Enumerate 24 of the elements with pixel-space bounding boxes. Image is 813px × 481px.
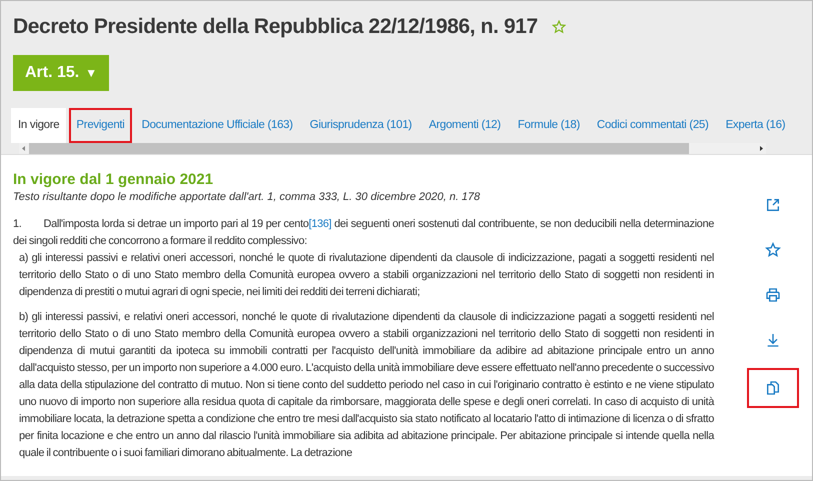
amendment-note: Testo risultante dopo le modifiche apportate dall'art. 1, comma 333, L. 30 dicembre 2020, n. 178 — [13, 191, 482, 203]
horizontal-scrollbar[interactable] — [19, 143, 766, 154]
tab[interactable]: Experta (16) — [718, 108, 792, 143]
footnote-link[interactable]: [136] — [308, 218, 332, 230]
copy-icon — [765, 380, 781, 396]
star-icon[interactable] — [552, 20, 566, 34]
print-icon — [765, 287, 781, 303]
download-icon — [765, 332, 781, 348]
tab[interactable]: Formule (18) — [510, 108, 587, 143]
paragraph-text: 1. Dall'imposta lorda si detrae un importo pari al 19 per cento[136] dei seguenti oneri sostenuti dal contribuente, se non deducibili nella determinazione dei singoli redditi che concorrono a formare il reddito complessivo: — [13, 217, 714, 249]
external-link-icon — [765, 197, 781, 213]
section-heading: In vigore dal 1 gennaio 2021 — [13, 171, 214, 188]
tab[interactable]: Giurisprudenza (101) — [302, 108, 419, 143]
tab[interactable]: Argomenti (12) — [422, 108, 508, 143]
article-dropdown-button[interactable]: Art. 15. ▼ — [13, 55, 110, 91]
copy-button[interactable] — [747, 368, 799, 408]
list-item-text: a) gli interessi passivi e relativi oneri accessori, nonché le quote di rivalutazione dipendenti da clausole di indicizzazione, pagati a soggetti residenti nel territorio dello Stato o di uno Stato membro della Comunità europea ovvero a stabili organizzazioni nel territorio dello Stato di soggetti non residenti in dipendenza di prestiti o mutui agrari di ogni specie, nei limiti dei redditi dei terreni dichiarati; — [18, 251, 714, 300]
tab[interactable]: Previgenti — [69, 108, 132, 143]
page-title: Decreto Presidente della Repubblica 22/12/1986, n. 917 — [13, 15, 538, 39]
star-icon — [765, 242, 781, 258]
tab[interactable]: Documentazione Ufficiale (163) — [134, 108, 300, 143]
list-item-text: b) gli interessi passivi, e relativi oneri accessori, nonché le quote di rivalutazione dipendenti da clausole di indicizzazione pagati a soggetti residenti nel territorio dello Stato o di uno Stato membro della Comunità europea ovvero a stabili organizzazioni nel territorio dello Stato di soggetti non residenti in dipendenza di mutui garantiti da ipoteca su immobili contratti per l'acquisto dell'unità immobiliare da adibire ad abitazione principale entro un anno dall'acquisto stesso, per un importo non superiore a 4.000 euro. L'acquisto della unità immobiliare deve essere effettuato nell'anno precedente o successivo alla data della stipulazione del contratto di mutuo. Non si tiene conto del suddetto periodo nel caso in cui l'originario contratto è estinto e ne viene stipulato uno nuovo di importo non superiore alla residua quota di capitale da rimborsare, maggiorata delle spese e degli oneri correlati. In caso di acquisto di unità immobiliare locata, la detrazione spetta a condizione che entro tre mesi dall'acquisto sia stato notificato al locatario l'atto di intimazione di licenza o di sfratto per finita locazione e che entro un anno dal rilascio l'unità immobiliare sia adibita ad abitazione principale. Per abitazione principale si intende quella nella quale il contribuente o i suoi familiari dimorano abitualmente. La detrazione — [18, 310, 714, 461]
tab[interactable]: In vigore — [11, 108, 66, 143]
tab[interactable]: Codici commentati (25) — [590, 108, 716, 143]
